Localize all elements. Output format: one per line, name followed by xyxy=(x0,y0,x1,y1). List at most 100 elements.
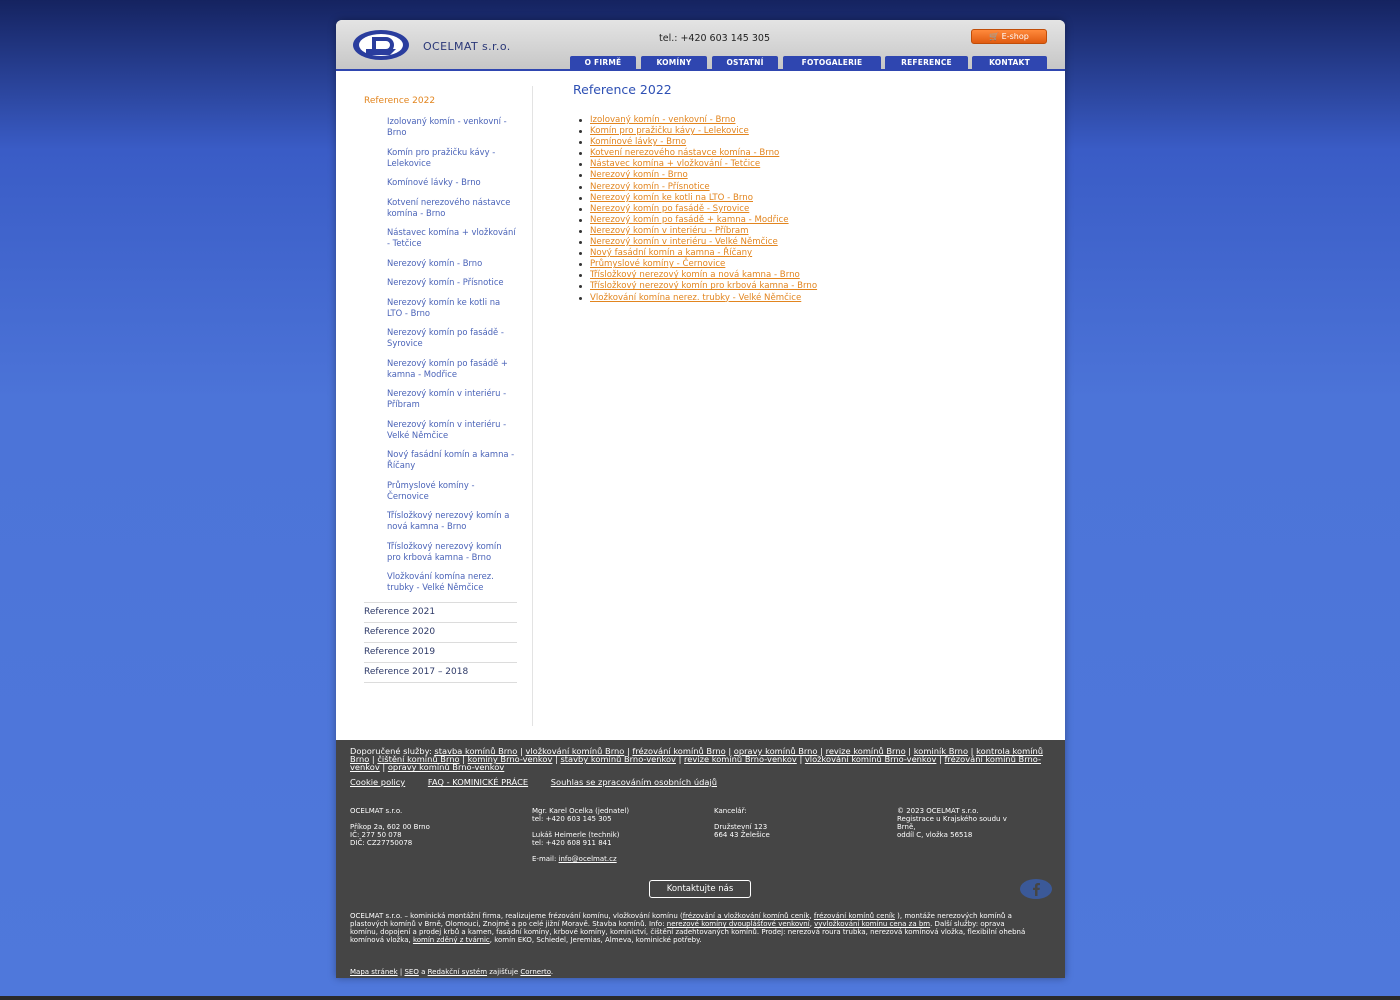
sidebar-item[interactable]: Třísložkový nerezový komín a nová kamna … xyxy=(387,510,517,532)
list-item: Třísložkový nerezový komín pro krbová ka… xyxy=(579,281,1043,292)
company-about: OCELMAT s.r.o. – kominická montážní firm… xyxy=(350,912,1030,944)
reference-link[interactable]: Nerezový komín po fasádě - Syrovice xyxy=(590,204,749,214)
footer-bottom: Mapa stránek | SEO a Redakční systém zaj… xyxy=(350,968,553,976)
page-title: Reference 2022 xyxy=(573,82,672,97)
cart-icon: 🛒 xyxy=(989,32,1002,41)
facebook-icon[interactable] xyxy=(1020,879,1052,899)
contact-person-1: Mgr. Karel Ocelka (jednatel) xyxy=(532,807,630,815)
reference-link[interactable]: Komínové lávky - Brno xyxy=(590,137,686,147)
service-link[interactable]: vložkování komínů Brno-venkov xyxy=(805,754,937,764)
eshop-button[interactable]: 🛒 E-shop xyxy=(971,29,1047,44)
sidebar-divider xyxy=(532,86,533,726)
sidebar-submenu: Izolovaný komín - venkovní - Brno Komín … xyxy=(364,116,517,593)
sidebar-item[interactable]: Průmyslové komíny - Černovice xyxy=(387,480,517,502)
list-item: Nerezový komín v interiéru - Příbram xyxy=(579,226,1043,237)
contact-email: E-mail: info@ocelmat.cz xyxy=(532,855,629,863)
about-link[interactable]: frézování komínů ceník xyxy=(814,912,895,920)
nav-kontakt[interactable]: KONTAKT xyxy=(972,56,1047,70)
contact-phone-2: tel: +420 608 911 841 xyxy=(532,839,612,847)
reference-link[interactable]: Průmyslové komíny - Černovice xyxy=(590,259,725,269)
nav-ostatni[interactable]: OSTATNÍ xyxy=(712,56,778,70)
reference-link[interactable]: Nerezový komín - Brno xyxy=(590,170,688,180)
sidebar-item[interactable]: Třísložkový nerezový komín pro krbová ka… xyxy=(387,541,517,563)
sidebar-item[interactable]: Kotvení nerezového nástavce komína - Brn… xyxy=(387,197,517,219)
copyright: © 2023 OCELMAT s.r.o. xyxy=(897,807,979,815)
about-link[interactable]: frézování a vložkování komínů ceník xyxy=(683,912,810,920)
sidebar: Reference 2022 Izolovaný komín - venkovn… xyxy=(364,96,517,683)
header-phone: tel.: +420 603 145 305 xyxy=(659,33,770,44)
sidebar-item[interactable]: Nerezový komín - Brno xyxy=(387,258,517,269)
list-item: Třísložkový nerezový komín a nová kamna … xyxy=(579,270,1043,281)
header: OCELMAT s.r.o. tel.: +420 603 145 305 🛒 … xyxy=(336,20,1065,70)
cookie-policy-link[interactable]: Cookie policy xyxy=(350,777,405,787)
recommended-services: Doporučené služby: stavba komínů Brno | … xyxy=(350,746,1044,773)
nav-o-firme[interactable]: O FIRMĚ xyxy=(570,56,636,70)
nav-kominy[interactable]: KOMÍNY xyxy=(641,56,707,70)
sidebar-item[interactable]: Nerezový komín v interiéru - Velké Němči… xyxy=(387,419,517,441)
sidebar-item[interactable]: Nerezový komín v interiéru - Příbram xyxy=(387,388,517,410)
sidebar-current[interactable]: Reference 2022 xyxy=(364,96,517,106)
reference-link[interactable]: Nerezový komín po fasádě + kamna - Modři… xyxy=(590,215,789,225)
list-item: Nerezový komín po fasádě + kamna - Modři… xyxy=(579,215,1043,226)
reference-link[interactable]: Třísložkový nerezový komín pro krbová ka… xyxy=(590,281,817,291)
company-dic: DIČ: CZ27750078 xyxy=(350,839,413,847)
footer: Doporučené služby: stavba komínů Brno | … xyxy=(336,740,1065,978)
about-link[interactable]: vyvložkování komínu cena za bm xyxy=(814,920,930,928)
about-link[interactable]: nerezové komíny dvouplášťové venkovní xyxy=(667,920,810,928)
reference-link[interactable]: Třísložkový nerezový komín a nová kamna … xyxy=(590,270,800,280)
reference-link[interactable]: Izolovaný komín - venkovní - Brno xyxy=(590,115,735,125)
sidebar-year-2017-2018[interactable]: Reference 2017 – 2018 xyxy=(364,663,517,683)
sidebar-item[interactable]: Nerezový komín po fasádě + kamna - Modři… xyxy=(387,358,517,380)
service-link[interactable]: revize komínů Brno-venkov xyxy=(684,754,797,764)
reference-link[interactable]: Nerezový komín ke kotli na LTO - Brno xyxy=(590,193,753,203)
about-link[interactable]: komín zděný z tvárnic xyxy=(413,936,490,944)
contact-us-button[interactable]: Kontaktujte nás xyxy=(649,880,751,898)
cornerto-link[interactable]: Cornerto xyxy=(520,968,550,976)
email-link[interactable]: info@ocelmat.cz xyxy=(559,855,617,863)
sidebar-item[interactable]: Nástavec komína + vložkování - Tetčice xyxy=(387,227,517,249)
office-label: Kancelář: xyxy=(714,807,747,815)
cms-link[interactable]: Redakční systém xyxy=(428,968,487,976)
sidebar-item[interactable]: Nerezový komín ke kotli na LTO - Brno xyxy=(387,297,517,319)
gdpr-consent-link[interactable]: Souhlas se zpracováním osobních údajů xyxy=(551,777,717,787)
seo-link[interactable]: SEO xyxy=(404,968,418,976)
reference-link[interactable]: Nerezový komín v interiéru - Příbram xyxy=(590,226,749,236)
list-item: Nerezový komín - Přísnotice xyxy=(579,182,1043,193)
bottom-text: . xyxy=(550,968,554,976)
sidebar-year-2020[interactable]: Reference 2020 xyxy=(364,623,517,643)
reference-link[interactable]: Komín pro pražičku kávy - Lelekovice xyxy=(590,126,749,136)
footer-contacts: Mgr. Karel Ocelka (jednatel) tel: +420 6… xyxy=(532,807,629,863)
main-content: Reference 2022 Izolovaný komín - venkovn… xyxy=(573,82,1043,304)
sidebar-year-2021[interactable]: Reference 2021 xyxy=(364,601,517,623)
office-city: 664 43 Želešice xyxy=(714,831,770,839)
reference-link[interactable]: Nový fasádní komín a kamna - Říčany xyxy=(590,248,752,258)
reference-link[interactable]: Nástavec komína + vložkování - Tetčice xyxy=(590,159,760,169)
sitemap-link[interactable]: Mapa stránek xyxy=(350,968,398,976)
contact-person-2: Lukáš Heimerle (technik) xyxy=(532,831,620,839)
reference-link[interactable]: Vložkování komína nerez. trubky - Velké … xyxy=(590,293,801,303)
sidebar-item[interactable]: Nerezový komín po fasádě - Syrovice xyxy=(387,327,517,349)
service-link[interactable]: opravy komínů Brno-venkov xyxy=(388,762,504,772)
faq-link[interactable]: FAQ - KOMINICKÉ PRÁCE xyxy=(428,777,528,787)
reference-link[interactable]: Kotvení nerezového nástavce komína - Brn… xyxy=(590,148,779,158)
sidebar-item[interactable]: Vložkování komína nerez. trubky - Velké … xyxy=(387,571,517,593)
nav-reference[interactable]: REFERENCE xyxy=(885,56,968,70)
list-item: Izolovaný komín - venkovní - Brno xyxy=(579,115,1043,126)
sidebar-item[interactable]: Nerezový komín - Přísnotice xyxy=(387,277,517,288)
ocelmat-logo-icon[interactable] xyxy=(352,29,410,61)
sidebar-item[interactable]: Nový fasádní komín a kamna - Říčany xyxy=(387,449,517,471)
footer-office: Kancelář: Družstevní 123 664 43 Želešice xyxy=(714,807,770,839)
nav-fotogalerie[interactable]: FOTOGALERIE xyxy=(783,56,881,70)
registration-line: Brně, xyxy=(897,823,916,831)
sidebar-item[interactable]: Komínové lávky - Brno xyxy=(387,177,517,188)
reference-link[interactable]: Nerezový komín v interiéru - Velké Němči… xyxy=(590,237,778,247)
eshop-label: E-shop xyxy=(1001,32,1029,41)
reference-link[interactable]: Nerezový komín - Přísnotice xyxy=(590,182,710,192)
sidebar-item[interactable]: Komín pro pražičku kávy - Lelekovice xyxy=(387,147,517,169)
email-label: E-mail: xyxy=(532,855,557,863)
page-bottom-band xyxy=(0,996,1400,1000)
sidebar-year-2019[interactable]: Reference 2019 xyxy=(364,643,517,663)
service-link[interactable]: stavby komínů Brno-venkov xyxy=(560,754,676,764)
list-item: Nerezový komín - Brno xyxy=(579,170,1043,181)
sidebar-item[interactable]: Izolovaný komín - venkovní - Brno xyxy=(387,116,517,138)
